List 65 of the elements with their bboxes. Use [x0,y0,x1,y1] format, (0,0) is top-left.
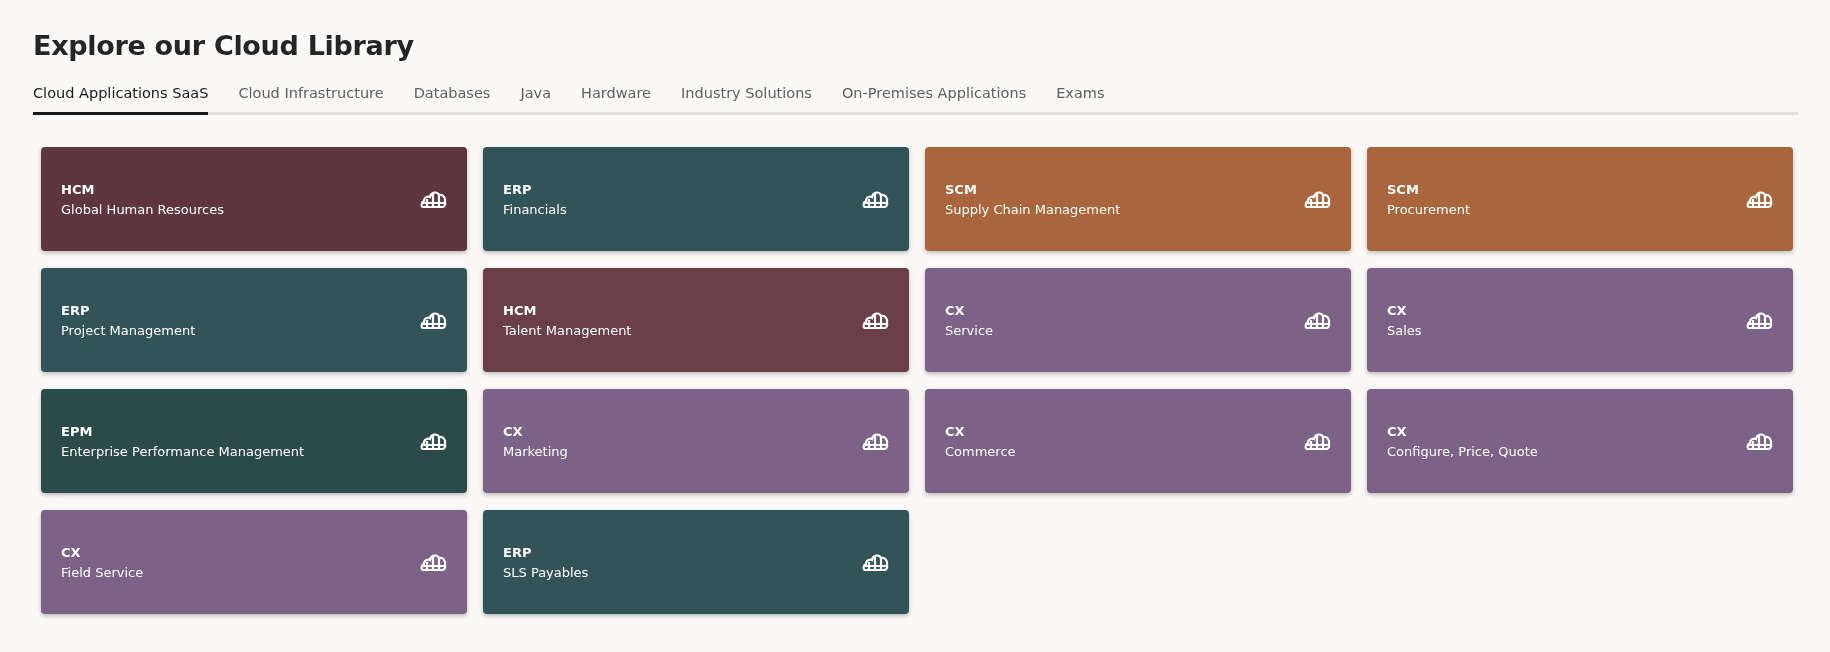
tab[interactable]: Hardware [581,85,652,115]
page-title: Explore our Cloud Library [33,30,415,61]
card-category: SCM [1387,181,1420,197]
card-title: Configure, Price, Quote [1387,443,1538,459]
product-card[interactable]: ERP Financials [483,147,909,251]
product-card[interactable]: CX Sales [1367,268,1793,372]
product-card[interactable]: SCM Supply Chain Management [925,147,1351,251]
product-card[interactable]: ERP Project Management [41,268,467,372]
product-card[interactable]: HCM Global Human Resources [41,147,467,251]
cloud-grid-icon [862,189,889,209]
cloud-grid-icon [420,552,447,572]
card-category: ERP [503,181,533,197]
card-category: EPM [61,423,94,439]
cloud-grid-icon [420,310,447,330]
product-card[interactable]: CX Commerce [925,389,1351,493]
product-card[interactable]: CX Field Service [41,510,467,614]
cloud-grid-icon [1746,431,1773,451]
card-category: CX [1387,302,1408,318]
card-title: Supply Chain Management [945,201,1121,217]
cloud-grid-icon [420,189,447,209]
cloud-grid-icon [862,310,889,330]
cloud-grid-icon [1304,189,1331,209]
tab[interactable]: On-Premises Applications [841,85,1027,115]
card-title: Global Human Resources [61,201,224,217]
card-title: Marketing [503,443,568,459]
tab[interactable]: Cloud Infrastructure [238,85,384,115]
cloud-grid-icon [1304,310,1331,330]
card-category: HCM [61,181,96,197]
card-title: Project Management [61,322,196,338]
tab[interactable]: Cloud Applications SaaS [33,85,209,115]
card-title: SLS Payables [503,564,589,580]
product-card[interactable]: CX Configure, Price, Quote [1367,389,1793,493]
card-category: CX [1387,423,1408,439]
card-category: HCM [503,302,538,318]
product-card[interactable]: SCM Procurement [1367,147,1793,251]
cloud-grid-icon [1304,431,1331,451]
card-title: Talent Management [503,322,632,338]
card-category: ERP [503,544,533,560]
cloud-grid-icon [862,431,889,451]
product-card[interactable]: ERP SLS Payables [483,510,909,614]
product-card[interactable]: HCM Talent Management [483,268,909,372]
card-category: ERP [61,302,91,318]
tab[interactable]: Java [520,85,552,115]
card-category: CX [61,544,82,560]
card-title: Sales [1387,322,1422,338]
card-title: Financials [503,201,567,217]
card-category: CX [945,423,966,439]
card-category: SCM [945,181,978,197]
product-card[interactable]: EPM Enterprise Performance Management [41,389,467,493]
product-card[interactable]: CX Marketing [483,389,909,493]
cloud-grid-icon [1746,310,1773,330]
card-title: Service [945,322,994,338]
cloud-grid-icon [1746,189,1773,209]
card-title: Procurement [1387,201,1471,217]
tab[interactable]: Databases [413,85,491,115]
cloud-grid-icon [420,431,447,451]
card-title: Commerce [945,443,1016,459]
tab[interactable]: Exams [1056,85,1105,115]
card-category: CX [945,302,966,318]
card-title: Enterprise Performance Management [61,443,305,459]
tab[interactable]: Industry Solutions [681,85,812,115]
product-card[interactable]: CX Service [925,268,1351,372]
cloud-grid-icon [862,552,889,572]
card-category: CX [503,423,524,439]
card-title: Field Service [61,564,144,580]
